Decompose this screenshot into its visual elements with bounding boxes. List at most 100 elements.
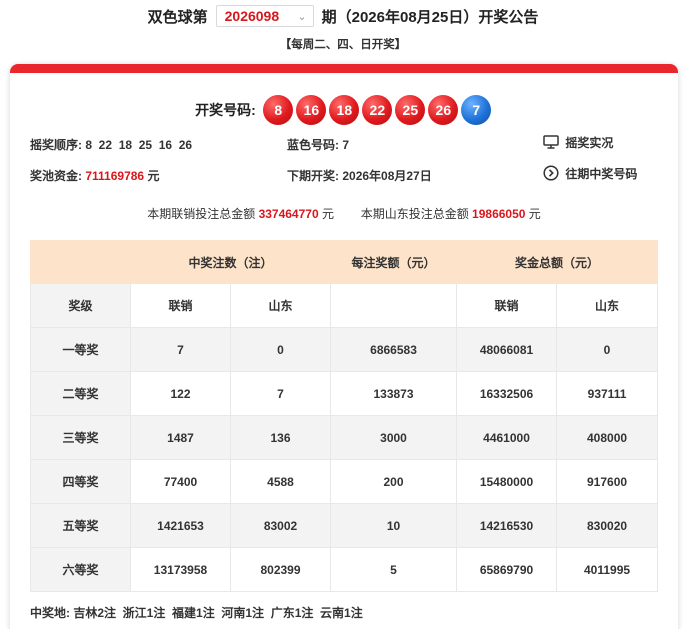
total-lianxiao: 48066081 bbox=[456, 327, 558, 372]
count-shandong: 4588 bbox=[229, 459, 332, 504]
per-prize: 5 bbox=[330, 547, 458, 592]
count-lianxiao: 77400 bbox=[130, 459, 231, 504]
per-prize: 6866583 bbox=[330, 327, 458, 372]
table-row: 二等奖 122 7 133873 16332506 937111 bbox=[30, 371, 659, 416]
draw-order-label: 摇奖顺序: bbox=[30, 138, 82, 152]
table-row: 三等奖 1487 136 3000 4461000 408000 bbox=[30, 415, 659, 460]
prize-grade: 一等奖 bbox=[30, 327, 131, 372]
total-shandong: 0 bbox=[556, 327, 659, 372]
per-prize: 10 bbox=[330, 503, 458, 548]
winning-regions: 中奖地: 吉林2注 浙江1注 福建1注 河南1注 广东1注 云南1注 bbox=[30, 604, 363, 621]
sales-summary: 本期联销投注总金额 337464770 元 本期山东投注总金额 19866050… bbox=[10, 205, 678, 222]
live-draw-link[interactable]: 摇奖实况 bbox=[543, 134, 613, 152]
table-header-row: 中奖注数（注） 每注奖额（元） 奖金总额（元） bbox=[30, 240, 659, 284]
per-prize: 200 bbox=[330, 459, 458, 504]
prize-grade: 五等奖 bbox=[30, 503, 131, 548]
winning-numbers-label: 开奖号码: bbox=[195, 102, 256, 118]
prize-grade: 三等奖 bbox=[30, 415, 131, 460]
count-lianxiao: 7 bbox=[130, 327, 231, 372]
winning-regions-value: 吉林2注 浙江1注 福建1注 河南1注 广东1注 云南1注 bbox=[73, 606, 363, 620]
live-draw-label: 摇奖实况 bbox=[565, 136, 614, 150]
prize-grade: 四等奖 bbox=[30, 459, 131, 504]
count-shandong: 7 bbox=[229, 371, 332, 416]
header-per-prize: 每注奖额（元） bbox=[330, 240, 458, 284]
shandong-sales-label: 本期山东投注总金额 bbox=[360, 207, 469, 221]
winning-regions-label: 中奖地: bbox=[30, 606, 70, 620]
shandong-sales-unit: 元 bbox=[528, 207, 541, 221]
total-shandong: 830020 bbox=[556, 503, 659, 548]
red-ball: 18 bbox=[329, 95, 360, 125]
count-lianxiao: 122 bbox=[130, 371, 231, 416]
blue-ball: 7 bbox=[461, 95, 492, 125]
red-ball: 16 bbox=[296, 95, 327, 125]
monitor-icon bbox=[543, 135, 559, 152]
blue-number-label: 蓝色号码: bbox=[287, 138, 339, 152]
prize-grade: 二等奖 bbox=[30, 371, 131, 416]
header-grade: 奖级 bbox=[30, 283, 131, 328]
header-lianxiao: 联销 bbox=[130, 283, 231, 328]
shandong-sales-value: 19866050 bbox=[472, 207, 526, 221]
total-shandong: 408000 bbox=[556, 415, 659, 460]
draw-order: 摇奖顺序: 8 22 18 25 16 26 bbox=[30, 136, 192, 153]
total-shandong: 4011995 bbox=[556, 547, 659, 592]
prize-table: 中奖注数（注） 每注奖额（元） 奖金总额（元） 奖级 联销 山东 联销 山东 一… bbox=[30, 240, 659, 592]
header-win-count: 中奖注数（注） bbox=[129, 240, 332, 284]
arrow-circle-right-icon bbox=[543, 165, 559, 184]
history-link[interactable]: 往期中奖号码 bbox=[543, 165, 637, 184]
next-draw-value: 2026年08月27日 bbox=[342, 169, 432, 183]
count-shandong: 802399 bbox=[229, 547, 332, 592]
total-sales-value: 337464770 bbox=[258, 207, 319, 221]
header-total-lianxiao: 联销 bbox=[456, 283, 558, 328]
prize-pool-unit: 元 bbox=[147, 169, 160, 183]
red-ball: 22 bbox=[362, 95, 393, 125]
draw-order-value: 8 22 18 25 16 26 bbox=[85, 138, 193, 152]
header-total-shandong: 山东 bbox=[556, 283, 659, 328]
table-subheader-row: 奖级 联销 山东 联销 山东 bbox=[30, 283, 659, 328]
per-prize: 3000 bbox=[330, 415, 458, 460]
red-ball: 25 bbox=[395, 95, 426, 125]
table-row: 六等奖 13173958 802399 5 65869790 4011995 bbox=[30, 547, 659, 592]
total-lianxiao: 65869790 bbox=[456, 547, 558, 592]
prize-pool-label: 奖池资金: bbox=[30, 169, 82, 183]
count-lianxiao: 1421653 bbox=[130, 503, 231, 548]
total-lianxiao: 16332506 bbox=[456, 371, 558, 416]
history-label: 往期中奖号码 bbox=[565, 167, 638, 181]
table-row: 四等奖 77400 4588 200 15480000 917600 bbox=[30, 459, 659, 504]
issue-value: 2026098 bbox=[224, 8, 280, 24]
prize-pool: 奖池资金: 711169786 元 bbox=[30, 167, 159, 184]
total-lianxiao: 15480000 bbox=[456, 459, 558, 504]
prize-pool-value: 711169786 bbox=[85, 169, 145, 183]
header-shandong: 山东 bbox=[229, 283, 332, 328]
per-prize: 133873 bbox=[330, 371, 458, 416]
issue-select[interactable]: 2026098 ⌄ bbox=[215, 5, 314, 27]
total-shandong: 937111 bbox=[556, 371, 659, 416]
total-lianxiao: 4461000 bbox=[456, 415, 558, 460]
blue-number-value: 7 bbox=[342, 138, 350, 152]
table-row: 一等奖 7 0 6866583 48066081 0 bbox=[30, 327, 659, 372]
header-blank-per bbox=[330, 283, 458, 328]
blue-number: 蓝色号码: 7 bbox=[287, 136, 349, 153]
table-row: 五等奖 1421653 83002 10 14216530 830020 bbox=[30, 503, 659, 548]
header-total-prize: 奖金总额（元） bbox=[456, 240, 659, 284]
draw-schedule: 【每周二、四、日开奖】 bbox=[279, 39, 407, 51]
red-ball: 8 bbox=[263, 95, 294, 125]
red-ball: 26 bbox=[428, 95, 459, 125]
chevron-down-icon: ⌄ bbox=[297, 10, 307, 23]
next-draw-label: 下期开奖: bbox=[287, 169, 339, 183]
count-lianxiao: 13173958 bbox=[130, 547, 231, 592]
header-blank bbox=[30, 240, 131, 284]
total-shandong: 917600 bbox=[556, 459, 659, 504]
total-lianxiao: 14216530 bbox=[456, 503, 558, 548]
title-suffix: 期（2026年08月25日）开奖公告 bbox=[321, 8, 539, 26]
total-sales-label: 本期联销投注总金额 bbox=[147, 207, 256, 221]
count-shandong: 136 bbox=[229, 415, 332, 460]
count-shandong: 83002 bbox=[229, 503, 332, 548]
page-title: 双色球第 2026098 ⌄ 期（2026年08月25日）开奖公告 bbox=[0, 4, 686, 28]
card-accent-bar bbox=[10, 64, 678, 73]
winning-numbers: 开奖号码: 8 16 18 22 25 26 7 bbox=[10, 95, 678, 125]
next-draw: 下期开奖: 2026年08月27日 bbox=[287, 167, 432, 184]
total-sales-unit: 元 bbox=[321, 207, 334, 221]
count-lianxiao: 1487 bbox=[130, 415, 231, 460]
prize-grade: 六等奖 bbox=[30, 547, 131, 592]
title-prefix: 双色球第 bbox=[147, 8, 208, 26]
